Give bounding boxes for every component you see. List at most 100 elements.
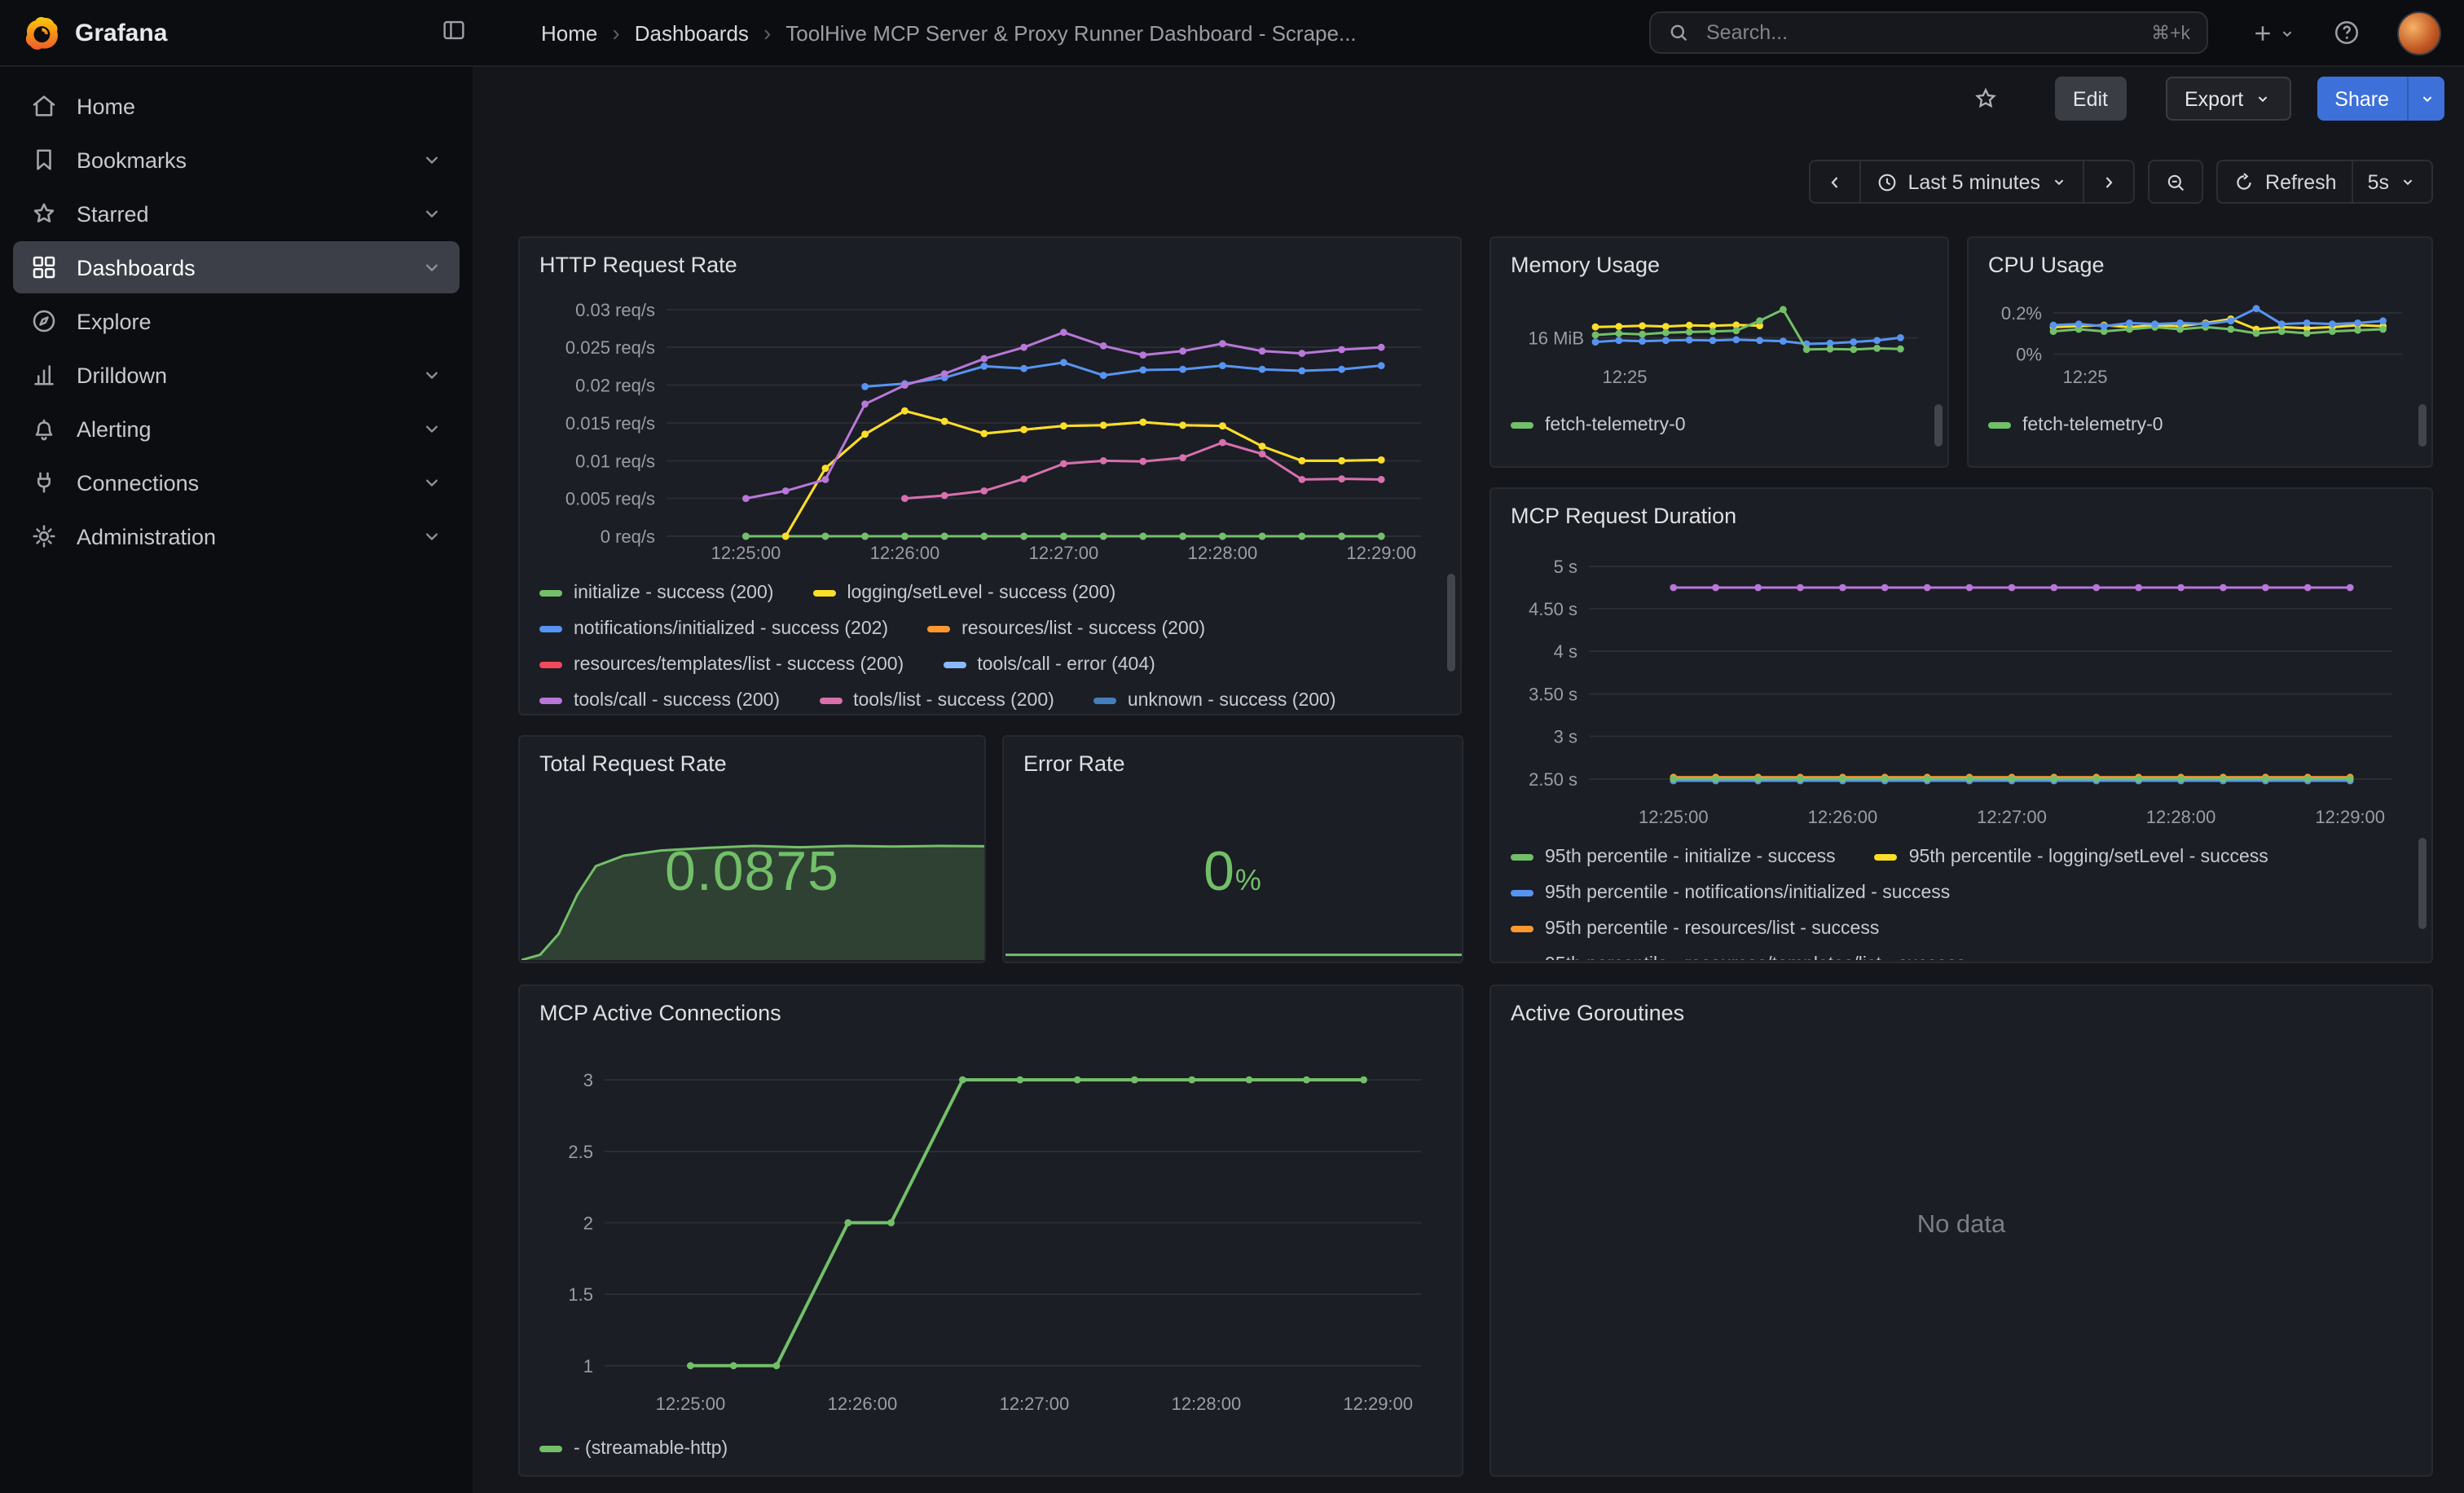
scrollbar-thumb[interactable] [2418, 404, 2427, 447]
time-series-chart[interactable]: 0%0.2%12:25 [1988, 285, 2412, 394]
sidebar-item-label: Administration [77, 524, 420, 548]
legend-item[interactable]: tools/list - success (200) [819, 691, 1054, 711]
legend-item[interactable]: fetch-telemetry-0 [1511, 416, 1686, 435]
panel-http-request-rate: HTTP Request Rate 0 req/s0.005 req/s0.01… [518, 236, 1462, 716]
favorite-star-button[interactable] [1972, 85, 2000, 112]
time-shift-forward-button[interactable] [2083, 160, 2135, 204]
scrollbar-thumb[interactable] [1447, 574, 1455, 672]
time-series-chart[interactable]: 2.50 s3 s3.50 s4 s4.50 s5 s12:25:0012:26… [1511, 536, 2412, 835]
legend-item[interactable]: 95th percentile - initialize - success [1511, 848, 1836, 867]
legend-item[interactable]: tools/call - success (200) [539, 691, 780, 711]
legend-item[interactable]: fetch-telemetry-0 [1988, 416, 2163, 435]
chevron-down-icon [2418, 90, 2435, 108]
legend-item[interactable]: tools/call - error (404) [943, 655, 1155, 675]
chevron-down-icon [2253, 90, 2271, 108]
chevron-down-icon[interactable] [420, 363, 443, 386]
time-range-picker[interactable]: Last 5 minutes [1859, 160, 2083, 204]
panel-title[interactable]: Error Rate [1023, 751, 1442, 776]
star-icon [29, 199, 59, 228]
chart-legend: fetch-telemetry-0 [1988, 407, 2412, 447]
sidebar-item-alerting[interactable]: Alerting [13, 403, 460, 455]
svg-text:0.02 req/s: 0.02 req/s [575, 376, 655, 396]
chevron-down-icon[interactable] [420, 148, 443, 171]
breadcrumb-separator: › [612, 20, 619, 46]
share-button[interactable]: Share [2317, 77, 2407, 121]
svg-text:12:28:00: 12:28:00 [1172, 1394, 1242, 1413]
mega-menu-dock-icon[interactable] [440, 16, 468, 44]
refresh-interval-picker[interactable]: 5s [2352, 160, 2433, 204]
panel-title[interactable]: MCP Request Duration [1511, 504, 2412, 528]
series-swatch [1875, 854, 1898, 861]
sidebar-item-dashboards[interactable]: Dashboards [13, 241, 460, 293]
sidebar-item-drilldown[interactable]: Drilldown [13, 349, 460, 401]
chevron-down-icon [2399, 173, 2417, 191]
panel-active-goroutines: Active Goroutines No data [1489, 984, 2433, 1477]
legend-item[interactable]: - (streamable-http) [539, 1439, 728, 1459]
sidebar-item-label: Dashboards [77, 255, 420, 280]
breadcrumb-item[interactable]: Home [541, 20, 597, 45]
help-icon [2332, 18, 2361, 47]
time-series-chart[interactable]: 11.522.5312:25:0012:26:0012:27:0012:28:0… [539, 1038, 1442, 1421]
legend-item[interactable]: unknown - success (200) [1093, 691, 1336, 711]
chevron-down-icon[interactable] [420, 417, 443, 440]
legend-item[interactable]: 95th percentile - resources/list - succe… [1511, 919, 1879, 939]
search-input[interactable] [1703, 20, 2138, 46]
sidebar-item-home[interactable]: Home [13, 80, 460, 132]
new-button[interactable] [2251, 20, 2296, 45]
sidebar-item-administration[interactable]: Administration [13, 510, 460, 562]
sidebar-item-bookmarks[interactable]: Bookmarks [13, 134, 460, 186]
series-swatch [812, 590, 835, 597]
plug-icon [29, 468, 59, 497]
sidebar-item-explore[interactable]: Explore [13, 295, 460, 347]
panel-title[interactable]: CPU Usage [1988, 253, 2412, 277]
legend-item[interactable]: 95th percentile - notifications/initiali… [1511, 883, 1950, 903]
time-shift-back-button[interactable] [1808, 160, 1859, 204]
help-button[interactable] [2332, 18, 2361, 47]
search-bar[interactable]: ⌘+k [1649, 11, 2208, 54]
edit-button[interactable]: Edit [2055, 77, 2126, 121]
chevron-down-icon[interactable] [420, 525, 443, 548]
legend-item[interactable]: resources/templates/list - success (200) [539, 655, 904, 675]
legend-item[interactable]: logging/setLevel - success (200) [812, 584, 1115, 603]
panel-title[interactable]: HTTP Request Rate [539, 253, 1441, 277]
sidebar-item-connections[interactable]: Connections [13, 456, 460, 509]
chevron-down-icon[interactable] [420, 256, 443, 279]
chevron-down-icon[interactable] [420, 202, 443, 225]
legend-item[interactable]: 95th percentile - logging/setLevel - suc… [1875, 848, 2268, 867]
panel-title[interactable]: Total Request Rate [539, 751, 965, 776]
sidebar-item-starred[interactable]: Starred [13, 187, 460, 240]
scrollbar-thumb[interactable] [2418, 838, 2427, 929]
export-button[interactable]: Export [2165, 77, 2290, 121]
search-icon [1667, 21, 1690, 44]
scrollbar-thumb[interactable] [1934, 404, 1943, 447]
panel-title[interactable]: MCP Active Connections [539, 1001, 1442, 1025]
time-series-chart[interactable]: 0 req/s0.005 req/s0.01 req/s0.015 req/s0… [539, 285, 1441, 570]
share-menu-button[interactable] [2407, 77, 2444, 121]
series-swatch [1511, 926, 1533, 932]
svg-text:12:25:00: 12:25:00 [656, 1394, 726, 1413]
clock-icon [1875, 170, 1898, 193]
brand[interactable]: Grafana [0, 14, 167, 51]
user-avatar[interactable] [2397, 11, 2441, 55]
chevron-down-icon[interactable] [420, 471, 443, 494]
legend-item[interactable]: initialize - success (200) [539, 584, 773, 603]
refresh-button[interactable]: Refresh [2216, 160, 2352, 204]
legend-item[interactable]: 95th percentile - resources/templates/li… [1511, 955, 1965, 960]
time-series-chart[interactable]: 16 MiB12:25 [1511, 285, 1928, 394]
legend-item[interactable]: resources/list - success (200) [927, 619, 1205, 639]
breadcrumb-item[interactable]: Dashboards [635, 20, 749, 45]
series-swatch [539, 590, 562, 597]
panel-title[interactable]: Memory Usage [1511, 253, 1928, 277]
top-navigation-bar: Grafana Home›Dashboards›ToolHive MCP Ser… [0, 0, 2464, 67]
drilldown-icon [29, 360, 59, 390]
zoom-out-button[interactable] [2148, 160, 2203, 204]
svg-text:0.025 req/s: 0.025 req/s [565, 337, 655, 358]
svg-text:12:28:00: 12:28:00 [1188, 543, 1258, 562]
svg-text:16 MiB: 16 MiB [1529, 328, 1584, 348]
sidebar-item-label: Alerting [77, 416, 420, 441]
svg-text:2: 2 [583, 1213, 593, 1233]
svg-text:0.03 req/s: 0.03 req/s [575, 300, 655, 320]
panel-title[interactable]: Active Goroutines [1511, 1001, 2412, 1025]
svg-text:0.005 req/s: 0.005 req/s [565, 489, 655, 509]
legend-item[interactable]: notifications/initialized - success (202… [539, 619, 888, 639]
